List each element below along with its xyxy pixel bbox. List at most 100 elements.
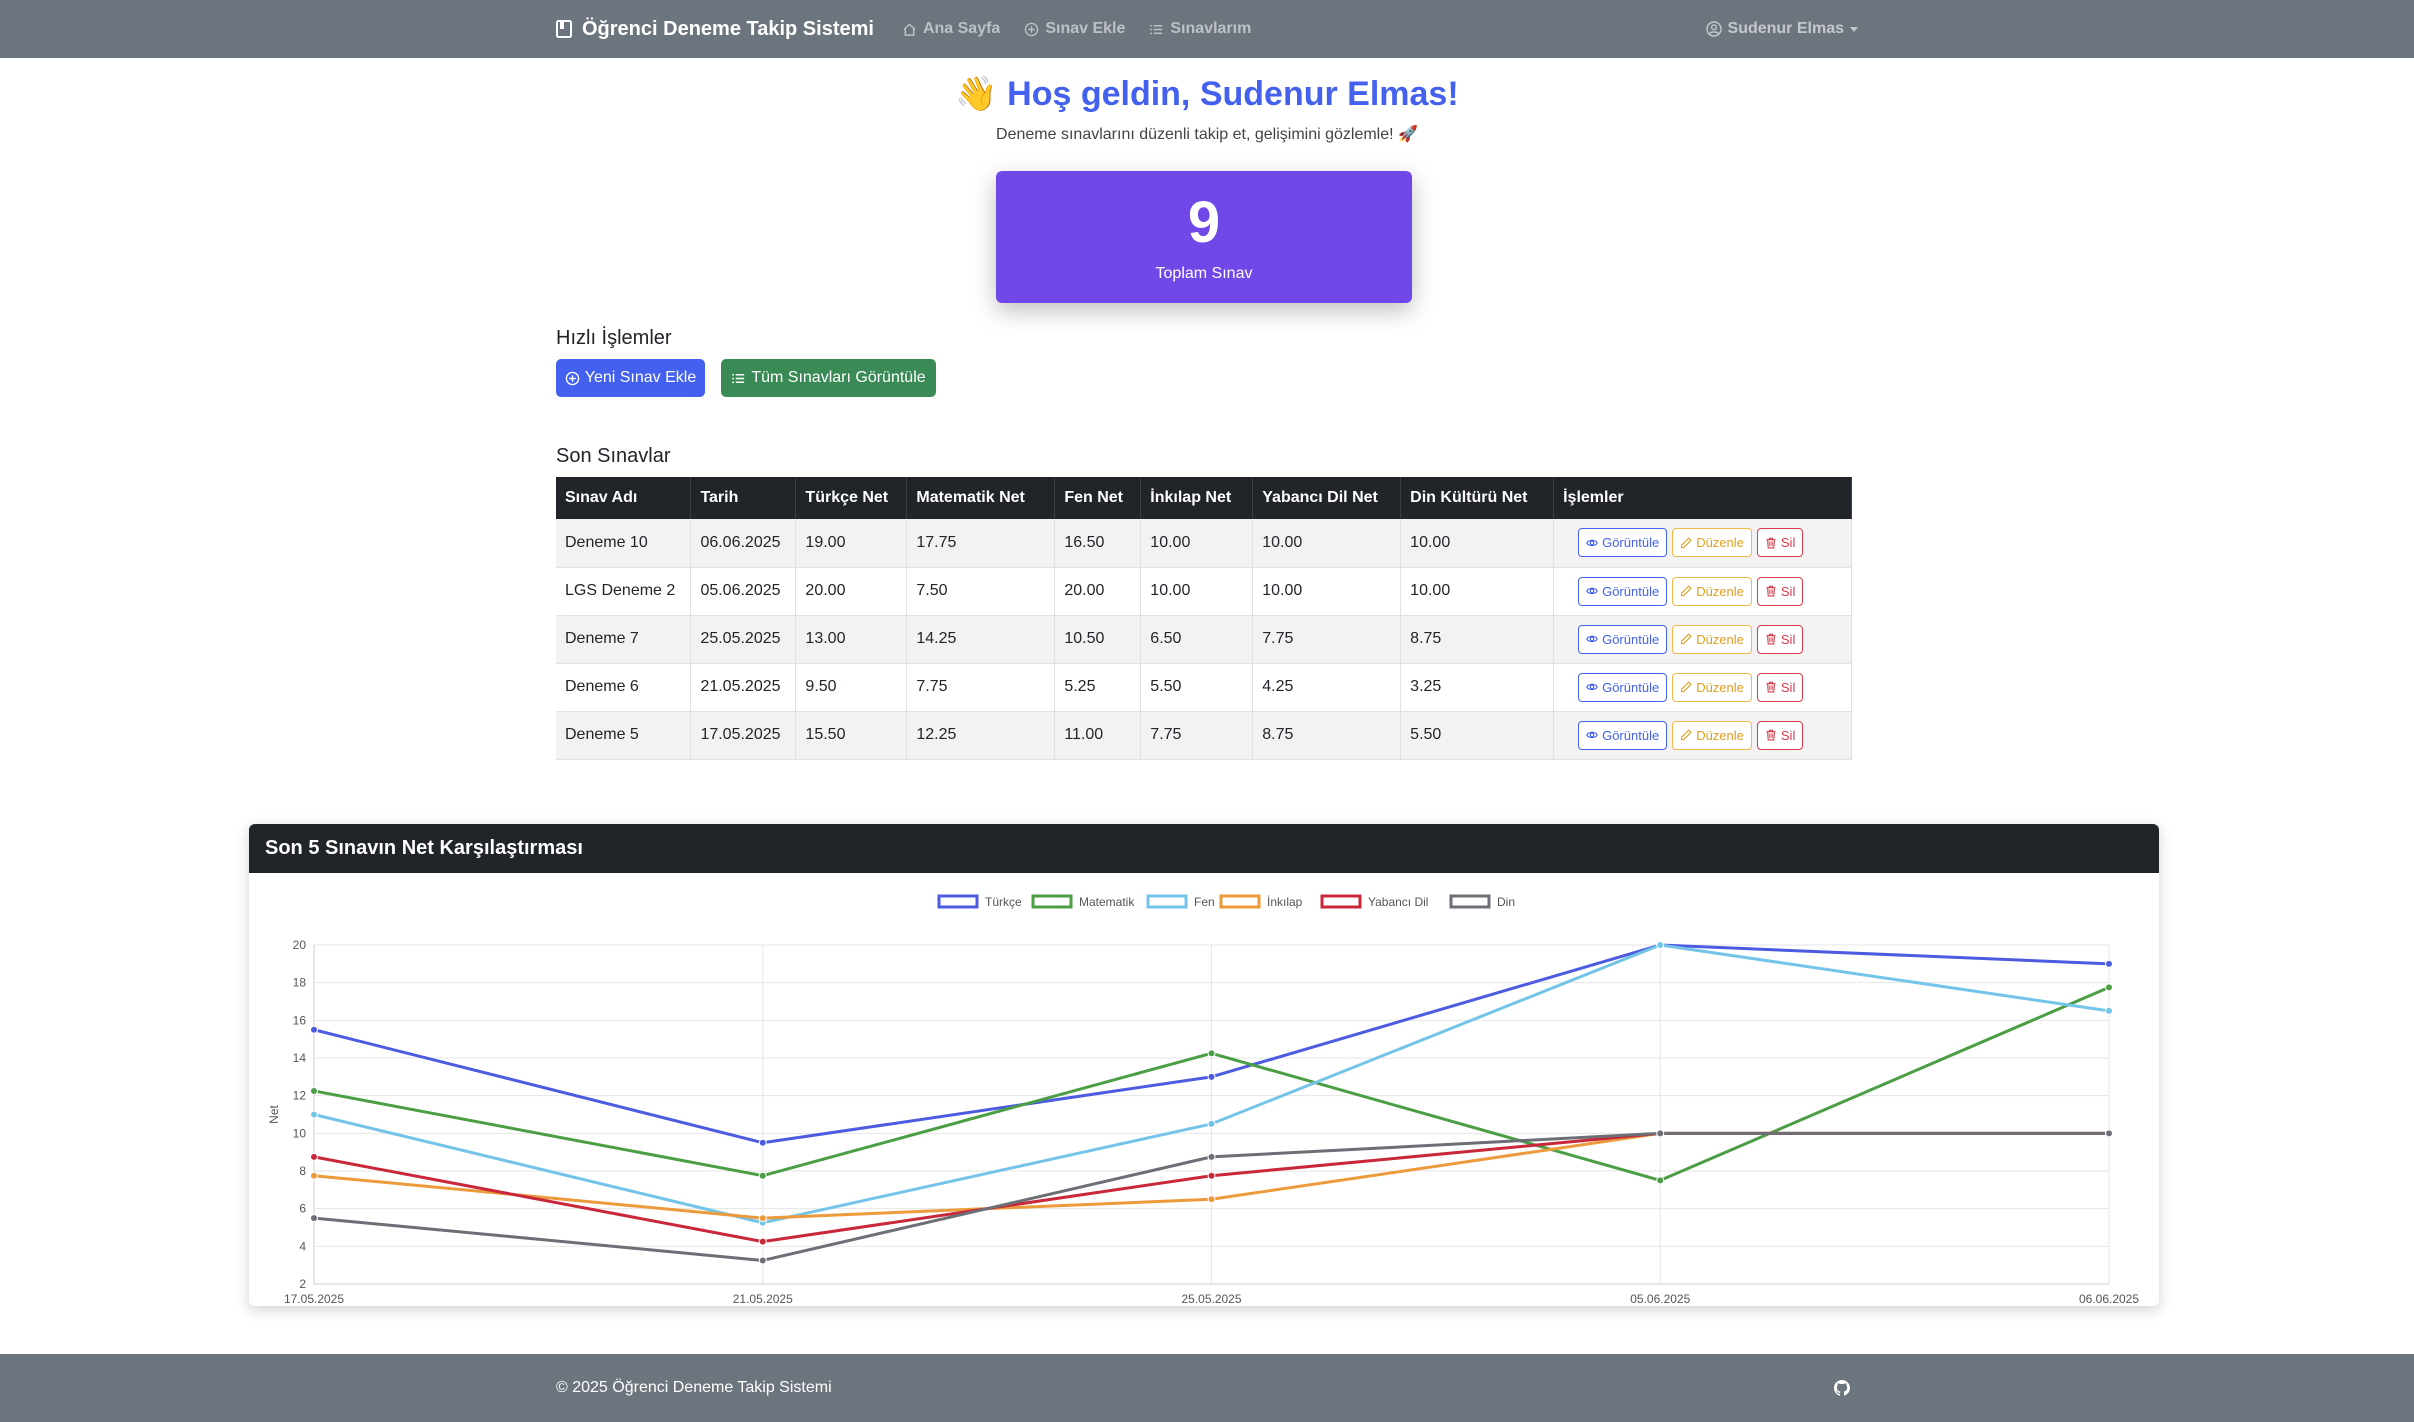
data-point [310, 1171, 318, 1180]
table-cell: 6.50 [1140, 615, 1254, 664]
edit-button[interactable]: Düzenle [1672, 720, 1752, 750]
table-cell: 11.00 [1054, 711, 1142, 760]
book-icon [556, 20, 572, 38]
nav-add-exam[interactable]: Sınav Ekle [1024, 20, 1125, 38]
delete-button[interactable]: Sil [1756, 624, 1804, 654]
data-point [310, 1214, 318, 1223]
column-header: Sınav Adı [556, 477, 692, 519]
edit-label: Düzenle [1696, 535, 1744, 551]
table-cell: 17.75 [906, 519, 1056, 568]
nav-my-exams-label: Sınavlarım [1170, 20, 1252, 37]
x-tick-label: 05.06.2025 [1630, 1292, 1690, 1306]
table-cell: LGS Deneme 2 [556, 567, 692, 616]
view-button[interactable]: Görüntüle [1578, 528, 1668, 558]
edit-button[interactable]: Düzenle [1672, 672, 1752, 702]
user-name: Sudenur Elmas [1727, 20, 1844, 37]
quick-actions-heading: Hızlı İşlemler [556, 327, 672, 349]
legend-label: Türkçe [985, 895, 1022, 909]
view-label: Görüntüle [1602, 679, 1660, 695]
legend-label: Yabancı Dil [1368, 895, 1428, 909]
edit-button[interactable]: Düzenle [1672, 576, 1752, 606]
view-button[interactable]: Görüntüle [1578, 624, 1668, 654]
row-actions: Görüntüle Düzenle Sil [1553, 711, 1852, 760]
column-header: Türkçe Net [795, 477, 908, 519]
data-point [758, 1256, 767, 1265]
edit-button[interactable]: Düzenle [1672, 528, 1752, 558]
table-cell: 8.75 [1252, 711, 1402, 760]
delete-label: Sil [1780, 679, 1796, 695]
welcome-text: Hoş geldin, Sudenur Elmas! [1007, 75, 1459, 113]
y-tick-label: 6 [299, 1202, 306, 1216]
legend-swatch [1449, 894, 1491, 909]
delete-label: Sil [1780, 535, 1796, 551]
table-cell: 5.50 [1400, 711, 1555, 760]
table-cell: 17.05.2025 [690, 711, 797, 760]
add-exam-button[interactable]: Yeni Sınav Ekle [556, 359, 705, 397]
legend-label: Fen [1194, 895, 1215, 909]
view-button[interactable]: Görüntüle [1578, 576, 1668, 606]
nav-home[interactable]: Ana Sayfa [902, 20, 1000, 38]
github-icon[interactable] [1834, 1380, 1850, 1396]
edit-button[interactable]: Düzenle [1672, 624, 1752, 654]
recent-exams-heading: Son Sınavlar [556, 445, 671, 467]
column-header: Tarih [690, 477, 797, 519]
legend-swatch [1320, 894, 1362, 909]
nav-my-exams[interactable]: Sınavlarım [1149, 20, 1251, 38]
x-tick-label: 21.05.2025 [733, 1292, 793, 1306]
data-point [1207, 1119, 1216, 1128]
delete-button[interactable]: Sil [1756, 720, 1804, 750]
view-label: Görüntüle [1602, 727, 1660, 743]
data-point [1656, 1176, 1665, 1185]
table-cell: 12.25 [906, 711, 1056, 760]
table-cell: 7.75 [906, 663, 1056, 712]
legend-label: İnkılap [1267, 895, 1303, 909]
view-all-exams-button[interactable]: Tüm Sınavları Görüntüle [721, 359, 936, 397]
data-point [1656, 1129, 1665, 1138]
add-exam-label: Yeni Sınav Ekle [584, 369, 697, 386]
data-point [2105, 1129, 2113, 1138]
data-point [758, 1171, 767, 1180]
table-cell: 10.00 [1140, 519, 1254, 568]
data-point [310, 1110, 318, 1119]
data-point [1656, 941, 1665, 949]
navbar: Öğrenci Deneme Takip Sistemi Ana Sayfa S… [0, 0, 2414, 58]
table-cell: 9.50 [795, 663, 908, 712]
table-cell: 15.50 [795, 711, 908, 760]
data-point [2105, 983, 2113, 992]
welcome-heading: 👋 Hoş geldin, Sudenur Elmas! [0, 74, 2414, 114]
table-cell: 25.05.2025 [690, 615, 797, 664]
nav-home-label: Ana Sayfa [922, 20, 1001, 37]
view-label: Görüntüle [1602, 535, 1660, 551]
table-row: LGS Deneme 2 05.06.2025 20.00 7.50 20.00 10.0… [556, 567, 1852, 616]
table-cell: 06.06.2025 [690, 519, 797, 568]
view-button[interactable]: Görüntüle [1578, 672, 1668, 702]
row-actions: Görüntüle Düzenle Sil [1553, 663, 1852, 712]
table-cell: Deneme 5 [556, 711, 692, 760]
edit-label: Düzenle [1696, 679, 1744, 695]
table-cell: Deneme 10 [556, 519, 692, 568]
delete-button[interactable]: Sil [1756, 576, 1804, 606]
table-cell: 3.25 [1400, 663, 1555, 712]
total-exams-card: 9 Toplam Sınav [996, 171, 1412, 303]
delete-button[interactable]: Sil [1756, 672, 1804, 702]
view-label: Görüntüle [1602, 583, 1660, 599]
view-button[interactable]: Görüntüle [1578, 720, 1668, 750]
table-cell: 10.00 [1252, 567, 1402, 616]
edit-label: Düzenle [1696, 631, 1744, 647]
user-circle-icon [1705, 21, 1722, 37]
brand-link[interactable]: Öğrenci Deneme Takip Sistemi [556, 18, 874, 41]
data-point [758, 1138, 767, 1147]
row-actions: Görüntüle Düzenle Sil [1553, 615, 1852, 664]
column-header: İnkılap Net [1140, 477, 1254, 519]
edit-label: Düzenle [1696, 727, 1744, 743]
table-cell: 10.00 [1400, 519, 1555, 568]
column-header: Matematik Net [906, 477, 1056, 519]
table-cell: 10.00 [1252, 519, 1402, 568]
table-cell: 13.00 [795, 615, 908, 664]
user-menu-toggle[interactable]: Sudenur Elmas [1705, 20, 1858, 38]
data-point [758, 1214, 767, 1223]
view-label: Görüntüle [1602, 631, 1660, 647]
legend-swatch [937, 894, 979, 909]
delete-button[interactable]: Sil [1756, 528, 1804, 558]
table-cell: 19.00 [795, 519, 908, 568]
